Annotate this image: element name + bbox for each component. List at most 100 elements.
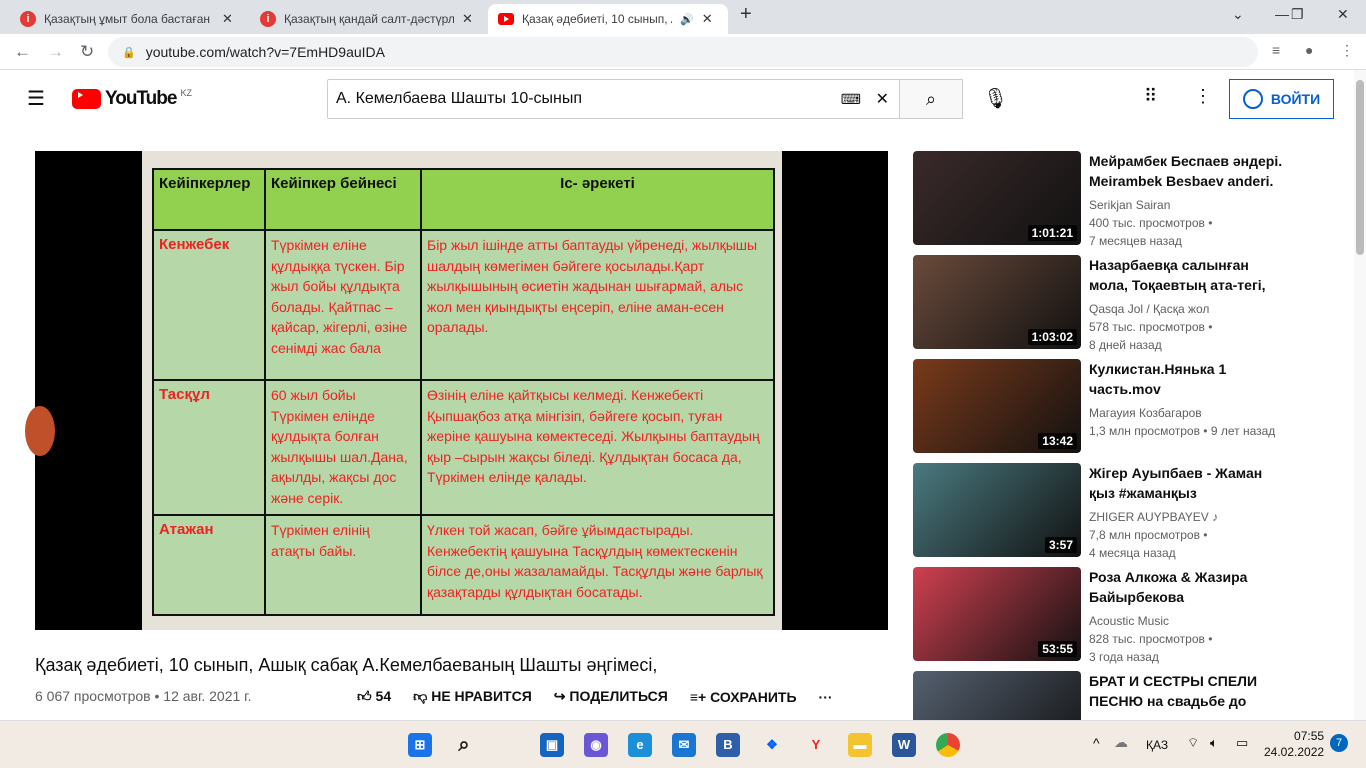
character-image: Түркімен елінің атақты байы. [264, 514, 422, 616]
file-explorer-icon[interactable]: ▬ [848, 733, 872, 757]
video-slide: Кейіпкерлер Кейіпкер бейнесі Іс- әрекеті К… [142, 151, 782, 630]
video-thumbnail[interactable]: 3:57 [913, 463, 1081, 557]
start-icon[interactable]: ⊞ [408, 733, 432, 757]
settings-menu-icon[interactable]: ⋮ [1194, 86, 1212, 107]
related-video-title[interactable]: Мейрамбек Беспаев әндері. Meirambek Besb… [1089, 151, 1289, 191]
save-button[interactable]: ≡+ СОХРАНИТЬ [690, 689, 797, 705]
duration-badge: 13:42 [1038, 433, 1077, 449]
more-icon[interactable]: ··· [819, 689, 833, 705]
tray-chevron-icon[interactable]: ^ [1093, 735, 1100, 751]
b-app-icon[interactable]: B [716, 733, 740, 757]
like-button[interactable]: 👍︎ 54 [357, 688, 391, 705]
wifi-icon[interactable]: ⌔ [1187, 735, 1199, 751]
taskbar: ⊞ ⌕ ▣ ◉ e ✉ B ❖ Y ▬ W ^ ☁ ҚАЗ ⌔ 🔈︎ ▭ 07:… [0, 720, 1366, 768]
related-video-meta: Qasqa Jol / Қасқа жол 578 тыс. просмотров… [1089, 302, 1213, 352]
related-video-meta: ZHIGER AUYPBAYEV ♪ 7,8 млн просмотров • 4 … [1089, 510, 1219, 560]
close-icon[interactable]: ✕ [462, 11, 473, 27]
duration-badge: 53:55 [1038, 641, 1077, 657]
search-icon: ⌕ [925, 88, 937, 109]
related-video-meta: Serikjan Sairan 400 тыс. просмотров • 7 ме… [1089, 198, 1213, 248]
edge-icon[interactable]: e [628, 733, 652, 757]
widgets-icon[interactable]: ▣ [540, 733, 564, 757]
battery-icon[interactable]: ▭ [1236, 735, 1248, 751]
close-window-button[interactable]: ✕ [1337, 6, 1349, 23]
forward-icon[interactable]: → [47, 42, 64, 62]
related-video-item[interactable]: 53:55 Роза Алкожа & Жазира Байырбекова П… [913, 567, 1333, 664]
tab-3-active[interactable]: Қазақ әдебиеті, 10 сынып, А 🔊 ✕ [488, 4, 728, 34]
yandex-icon[interactable]: Y [804, 733, 828, 757]
word-icon[interactable]: W [892, 733, 916, 757]
related-video-title[interactable]: Жігер Ауыпбаев - Жаман қыз #жаманқыз #жі… [1089, 463, 1289, 503]
mail-icon[interactable]: ✉ [672, 733, 696, 757]
back-icon[interactable]: ← [14, 42, 31, 62]
character-image: Түркімен еліне құлдыққа түскен. Бір жыл … [264, 229, 422, 381]
cloud-icon[interactable]: ☁ [1114, 734, 1128, 751]
search-button[interactable]: ⌕ [899, 79, 963, 119]
close-icon[interactable]: ✕ [222, 11, 233, 27]
related-video-item[interactable]: 3:57 Жігер Ауыпбаев - Жаман қыз #жаманқы… [913, 463, 1333, 560]
info-icon: i [20, 11, 36, 27]
tab-2[interactable]: i Қазақтың қандай салт-дәстүрле ✕ [250, 4, 483, 34]
video-thumbnail[interactable]: 1:01:21 [913, 151, 1081, 245]
add-playlist-icon: ≡+ [689, 688, 707, 705]
header-cell: Кейіпкерлер [152, 168, 266, 231]
video-thumbnail[interactable]: 1:03:02 [913, 255, 1081, 349]
menu-icon[interactable]: ⋮ [1340, 42, 1354, 59]
reload-icon[interactable]: ↻ [80, 42, 94, 62]
duration-badge: 1:03:02 [1027, 329, 1077, 345]
youtube-icon [498, 13, 514, 25]
video-player[interactable]: Кейіпкерлер Кейіпкер бейнесі Іс- әрекеті К… [25, 151, 888, 630]
chrome-icon[interactable] [936, 733, 960, 757]
character-action: Үлкен той жасап, бәйге ұйымдастырады. Ке… [420, 514, 775, 616]
thumbs-down-icon: 👎︎ [413, 688, 428, 704]
close-icon[interactable]: ✕ [702, 11, 713, 27]
notification-badge[interactable]: 7 [1330, 734, 1348, 752]
login-button[interactable]: ВОЙТИ [1229, 79, 1334, 119]
video-thumbnail[interactable]: 13:42 [913, 359, 1081, 453]
video-title: Қазақ әдебиеті, 10 сынып, Ашық сабақ А.К… [35, 655, 658, 675]
thumbs-up-icon: 👍︎ [357, 688, 372, 704]
chat-icon[interactable]: ◉ [584, 733, 608, 757]
related-video-title[interactable]: БРАТ И СЕСТРЫ СПЕЛИ ПЕСНЮ на свадьбе до … [1089, 671, 1289, 711]
clock[interactable]: 07:55 24.02.2022 [1264, 728, 1324, 760]
related-video-meta: Acoustic Music 828 тыс. просмотров • 3 год… [1089, 614, 1213, 664]
dropbox-icon[interactable]: ❖ [760, 733, 784, 757]
audio-icon[interactable]: 🔊 [680, 13, 694, 26]
tab-1[interactable]: i Қазақтың ұмыт бола бастаған 10 ✕ [10, 4, 243, 34]
related-video-title[interactable]: Назарбаевқа салынған мола, Тоқаевтың ата… [1089, 255, 1289, 295]
profile-icon[interactable]: ● [1305, 42, 1313, 58]
microphone-icon[interactable]: 🎙 [983, 86, 1008, 111]
search-input[interactable]: А. Кемелбаева Шашты 10-сынып ⌨ ✕ [327, 79, 900, 119]
keyboard-icon[interactable]: ⌨ [841, 91, 861, 108]
related-video-item[interactable]: 1:03:02 Назарбаевқа салынған мола, Тоқае… [913, 255, 1333, 352]
video-thumbnail[interactable]: 53:55 [913, 567, 1081, 661]
youtube-header: ☰ YouTube KZ А. Кемелбаева Шашты 10-сыны… [0, 70, 1366, 127]
lock-icon: 🔒 [122, 46, 136, 59]
language-indicator[interactable]: ҚАЗ [1146, 738, 1168, 752]
volume-icon[interactable]: 🔈︎ [1210, 735, 1218, 751]
share-icon: ↪ [553, 688, 566, 704]
related-video-item[interactable]: 1:01:21 Мейрамбек Беспаев әндері. Meiram… [913, 151, 1333, 248]
tab-search-icon[interactable]: ⌄ [1232, 6, 1244, 23]
clear-icon[interactable]: ✕ [876, 89, 889, 109]
minimize-button[interactable]: — [1275, 6, 1289, 22]
hamburger-icon[interactable]: ☰ [27, 86, 45, 111]
video-views-date: 6 067 просмотров • 12 авг. 2021 г. [35, 688, 252, 704]
address-bar-row: ← → ↻ 🔒 youtube.com/watch?v=7EmHD9auIDA ≡… [0, 34, 1366, 70]
scrollbar[interactable] [1354, 70, 1366, 720]
search-icon[interactable]: ⌕ [452, 733, 476, 757]
restore-button[interactable]: ❐ [1291, 6, 1304, 23]
related-video-title[interactable]: Кулкистан.Нянька 1 часть.mov [1089, 359, 1289, 399]
new-tab-button[interactable]: + [740, 3, 752, 26]
user-icon [1242, 89, 1263, 109]
reading-list-icon[interactable]: ≡ [1272, 42, 1280, 58]
share-button[interactable]: ↪ ПОДЕЛИТЬСЯ [554, 688, 668, 705]
dislike-button[interactable]: 👎︎ НЕ НРАВИТСЯ [413, 688, 532, 705]
youtube-logo[interactable]: YouTube KZ [72, 88, 192, 110]
character-name: Кенжебек [152, 229, 266, 381]
url-input[interactable]: 🔒 youtube.com/watch?v=7EmHD9auIDA [108, 37, 1258, 67]
related-video-title[interactable]: Роза Алкожа & Жазира Байырбекова Популяр… [1089, 567, 1289, 607]
characters-table: Кейіпкерлер Кейіпкер бейнесі Іс- әрекеті К… [152, 168, 775, 616]
apps-icon[interactable]: ⠿ [1144, 86, 1157, 107]
related-video-item[interactable]: 13:42 Кулкистан.Нянька 1 часть.mov Магау… [913, 359, 1333, 453]
